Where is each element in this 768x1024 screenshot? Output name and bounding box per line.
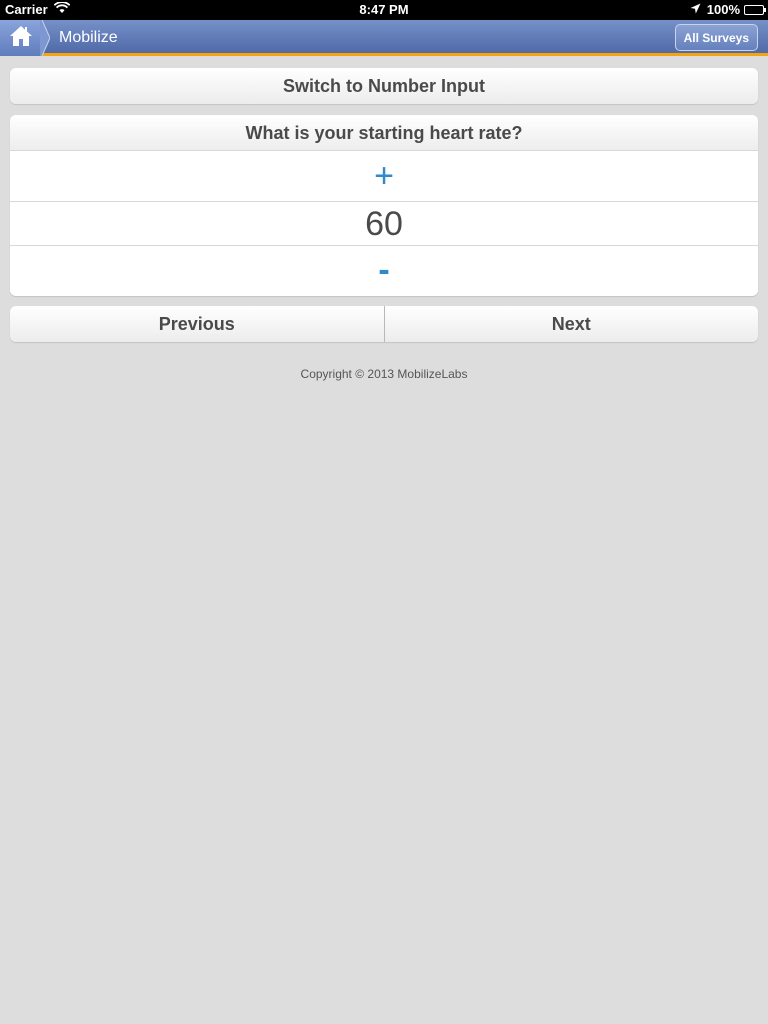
status-bar: Carrier 8:47 PM 100% [0,0,768,20]
status-time: 8:47 PM [359,2,409,17]
question-title: What is your starting heart rate? [10,115,758,151]
location-arrow-icon [690,2,701,17]
switch-to-number-input-button[interactable]: Switch to Number Input [10,68,758,104]
battery-icon [744,4,766,15]
breadcrumb-chevron-icon [40,20,50,56]
app-header: Mobilize All Surveys [0,20,768,56]
copyright-footer: Copyright © 2013 MobilizeLabs [300,367,468,381]
previous-button[interactable]: Previous [10,306,385,342]
survey-navigation: Previous Next [10,306,758,342]
home-button[interactable] [0,20,42,56]
app-title: Mobilize [59,29,118,46]
next-button[interactable]: Next [385,306,759,342]
increment-button[interactable]: + [10,151,758,202]
home-icon [9,25,33,52]
stepper-value: 60 [10,202,758,246]
status-right: 100% [690,2,766,17]
all-surveys-button[interactable]: All Surveys [674,24,758,51]
question-card: What is your starting heart rate? + 60 - [10,115,758,296]
battery-percent: 100% [706,2,740,17]
decrement-button[interactable]: - [10,246,758,295]
